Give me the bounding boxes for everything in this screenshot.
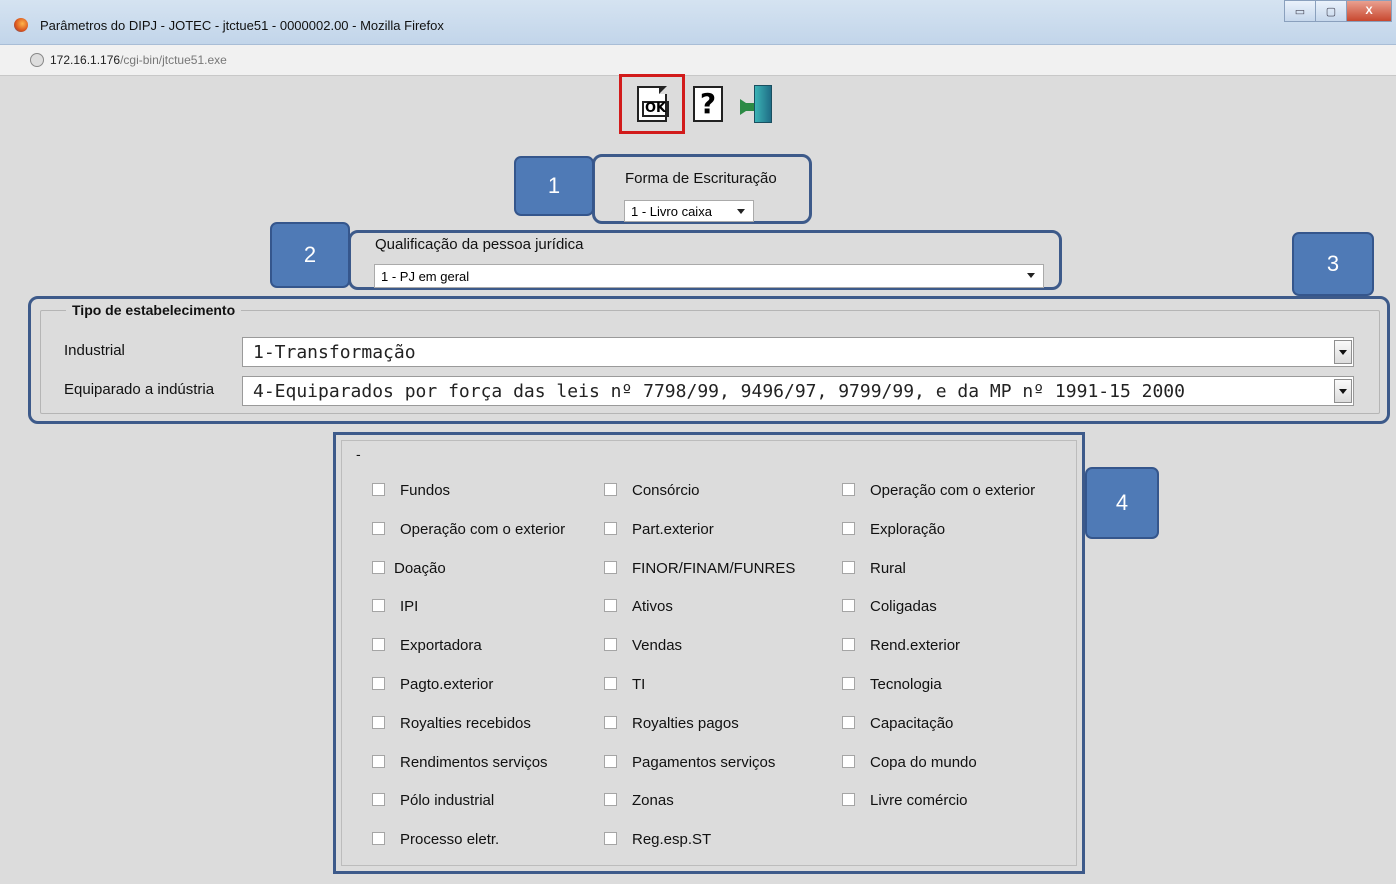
checkbox-label[interactable]: Doação bbox=[394, 560, 446, 577]
qualificacao-label: Qualificação da pessoa jurídica bbox=[375, 236, 584, 253]
checkbox-label[interactable]: Exportadora bbox=[400, 637, 482, 654]
industrial-label: Industrial bbox=[64, 342, 125, 359]
checkbox-label[interactable]: Pagto.exterior bbox=[400, 676, 493, 693]
checkbox-1-2[interactable] bbox=[372, 522, 385, 535]
checkbox-label[interactable]: Pólo industrial bbox=[400, 792, 494, 809]
ok-document-icon: OK bbox=[637, 86, 670, 122]
window-titlebar: Parâmetros do DIPJ - JOTEC - jtctue51 - … bbox=[0, 0, 1396, 45]
checkbox-label[interactable]: Pagamentos serviços bbox=[632, 754, 775, 771]
checkbox-1-10[interactable] bbox=[372, 832, 385, 845]
checkbox-label[interactable]: Operação com o exterior bbox=[400, 521, 565, 538]
checkbox-label[interactable]: IPI bbox=[400, 598, 418, 615]
checkbox-label[interactable]: Vendas bbox=[632, 637, 682, 654]
checkbox-2-2[interactable] bbox=[604, 522, 617, 535]
url-text[interactable]: 172.16.1.176/cgi-bin/jtctue51.exe bbox=[50, 53, 227, 67]
window-controls: ▭ ▢ X bbox=[1284, 0, 1392, 22]
forma-escrituracao-select[interactable]: 1 - Livro caixa bbox=[624, 200, 754, 222]
checkbox-3-5[interactable] bbox=[842, 638, 855, 651]
qualificacao-value: 1 - PJ em geral bbox=[381, 268, 470, 284]
address-bar[interactable]: 172.16.1.176/cgi-bin/jtctue51.exe bbox=[0, 45, 1396, 76]
checkbox-3-3[interactable] bbox=[842, 561, 855, 574]
equiparado-select[interactable]: 4-Equiparados por força das leis nº 7798… bbox=[242, 376, 1354, 406]
checkbox-3-1[interactable] bbox=[842, 483, 855, 496]
checkbox-label[interactable]: Processo eletr. bbox=[400, 831, 499, 848]
checkbox-1-3[interactable] bbox=[372, 561, 385, 574]
chevron-down-icon bbox=[1027, 273, 1035, 278]
equiparado-value: 4-Equiparados por força das leis nº 7798… bbox=[253, 380, 1185, 402]
checkbox-2-7[interactable] bbox=[604, 716, 617, 729]
checkbox-label[interactable]: Fundos bbox=[400, 482, 450, 499]
checkbox-1-5[interactable] bbox=[372, 638, 385, 651]
checkbox-1-9[interactable] bbox=[372, 793, 385, 806]
checkbox-2-6[interactable] bbox=[604, 677, 617, 690]
checkbox-2-1[interactable] bbox=[604, 483, 617, 496]
checkbox-1-6[interactable] bbox=[372, 677, 385, 690]
checkbox-label[interactable]: Livre comércio bbox=[870, 792, 968, 809]
checkbox-label[interactable]: FINOR/FINAM/FUNRES bbox=[632, 560, 795, 577]
checkbox-label[interactable]: Tecnologia bbox=[870, 676, 942, 693]
checkbox-label[interactable]: Royalties pagos bbox=[632, 715, 739, 732]
tipo-estabelecimento-legend: Tipo de estabelecimento bbox=[66, 302, 242, 318]
chevron-down-icon bbox=[737, 209, 745, 214]
checkbox-3-7[interactable] bbox=[842, 716, 855, 729]
callout-number-4: 4 bbox=[1085, 467, 1159, 539]
checkbox-label[interactable]: Rendimentos serviços bbox=[400, 754, 548, 771]
ok-label: OK bbox=[642, 101, 670, 117]
callout-number-1: 1 bbox=[514, 156, 594, 216]
checkbox-label[interactable]: Reg.esp.ST bbox=[632, 831, 711, 848]
checkbox-panel-title: - bbox=[356, 446, 361, 462]
checkbox-label[interactable]: Rend.exterior bbox=[870, 637, 960, 654]
callout-number-3: 3 bbox=[1292, 232, 1374, 296]
checkbox-label[interactable]: TI bbox=[632, 676, 645, 693]
forma-escrituracao-label: Forma de Escrituração bbox=[625, 170, 777, 187]
checkbox-1-8[interactable] bbox=[372, 755, 385, 768]
checkbox-3-9[interactable] bbox=[842, 793, 855, 806]
checkbox-3-8[interactable] bbox=[842, 755, 855, 768]
checkbox-label[interactable]: Copa do mundo bbox=[870, 754, 977, 771]
checkbox-label[interactable]: Ativos bbox=[632, 598, 673, 615]
checkbox-label[interactable]: Capacitação bbox=[870, 715, 953, 732]
window-title: Parâmetros do DIPJ - JOTEC - jtctue51 - … bbox=[40, 18, 444, 33]
callout-number-2: 2 bbox=[270, 222, 350, 288]
checkbox-1-1[interactable] bbox=[372, 483, 385, 496]
checkbox-3-4[interactable] bbox=[842, 599, 855, 612]
url-path: /cgi-bin/jtctue51.exe bbox=[120, 53, 227, 67]
help-icon: ? bbox=[693, 86, 723, 122]
qualificacao-select[interactable]: 1 - PJ em geral bbox=[374, 264, 1044, 288]
checkbox-2-4[interactable] bbox=[604, 599, 617, 612]
industrial-value: 1-Transformação bbox=[253, 341, 416, 363]
checkbox-label[interactable]: Rural bbox=[870, 560, 906, 577]
checkbox-label[interactable]: Exploração bbox=[870, 521, 945, 538]
close-button[interactable]: X bbox=[1346, 0, 1392, 22]
checkbox-label[interactable]: Part.exterior bbox=[632, 521, 714, 538]
checkbox-1-7[interactable] bbox=[372, 716, 385, 729]
maximize-button[interactable]: ▢ bbox=[1315, 0, 1347, 22]
help-button[interactable]: ? bbox=[682, 78, 734, 130]
url-host: 172.16.1.176 bbox=[50, 53, 121, 67]
globe-icon bbox=[30, 53, 44, 67]
exit-door-icon bbox=[740, 85, 776, 123]
exit-button[interactable] bbox=[732, 78, 784, 130]
minimize-button[interactable]: ▭ bbox=[1284, 0, 1316, 22]
checkbox-2-5[interactable] bbox=[604, 638, 617, 651]
industrial-dropdown-button[interactable] bbox=[1334, 340, 1352, 364]
checkbox-label[interactable]: Coligadas bbox=[870, 598, 937, 615]
checkbox-3-6[interactable] bbox=[842, 677, 855, 690]
checkbox-2-8[interactable] bbox=[604, 755, 617, 768]
checkbox-label[interactable]: Zonas bbox=[632, 792, 674, 809]
forma-escrituracao-value: 1 - Livro caixa bbox=[631, 203, 712, 219]
checkbox-2-3[interactable] bbox=[604, 561, 617, 574]
checkbox-1-4[interactable] bbox=[372, 599, 385, 612]
checkbox-2-10[interactable] bbox=[604, 832, 617, 845]
checkbox-label[interactable]: Operação com o exterior bbox=[870, 482, 1035, 499]
checkbox-2-9[interactable] bbox=[604, 793, 617, 806]
firefox-icon bbox=[14, 18, 28, 32]
equiparado-dropdown-button[interactable] bbox=[1334, 379, 1352, 403]
equiparado-label: Equiparado a indústria bbox=[64, 381, 215, 398]
checkbox-label[interactable]: Consórcio bbox=[632, 482, 700, 499]
checkbox-label[interactable]: Royalties recebidos bbox=[400, 715, 531, 732]
checkbox-3-2[interactable] bbox=[842, 522, 855, 535]
industrial-select[interactable]: 1-Transformação bbox=[242, 337, 1354, 367]
ok-button[interactable]: OK bbox=[619, 74, 685, 134]
